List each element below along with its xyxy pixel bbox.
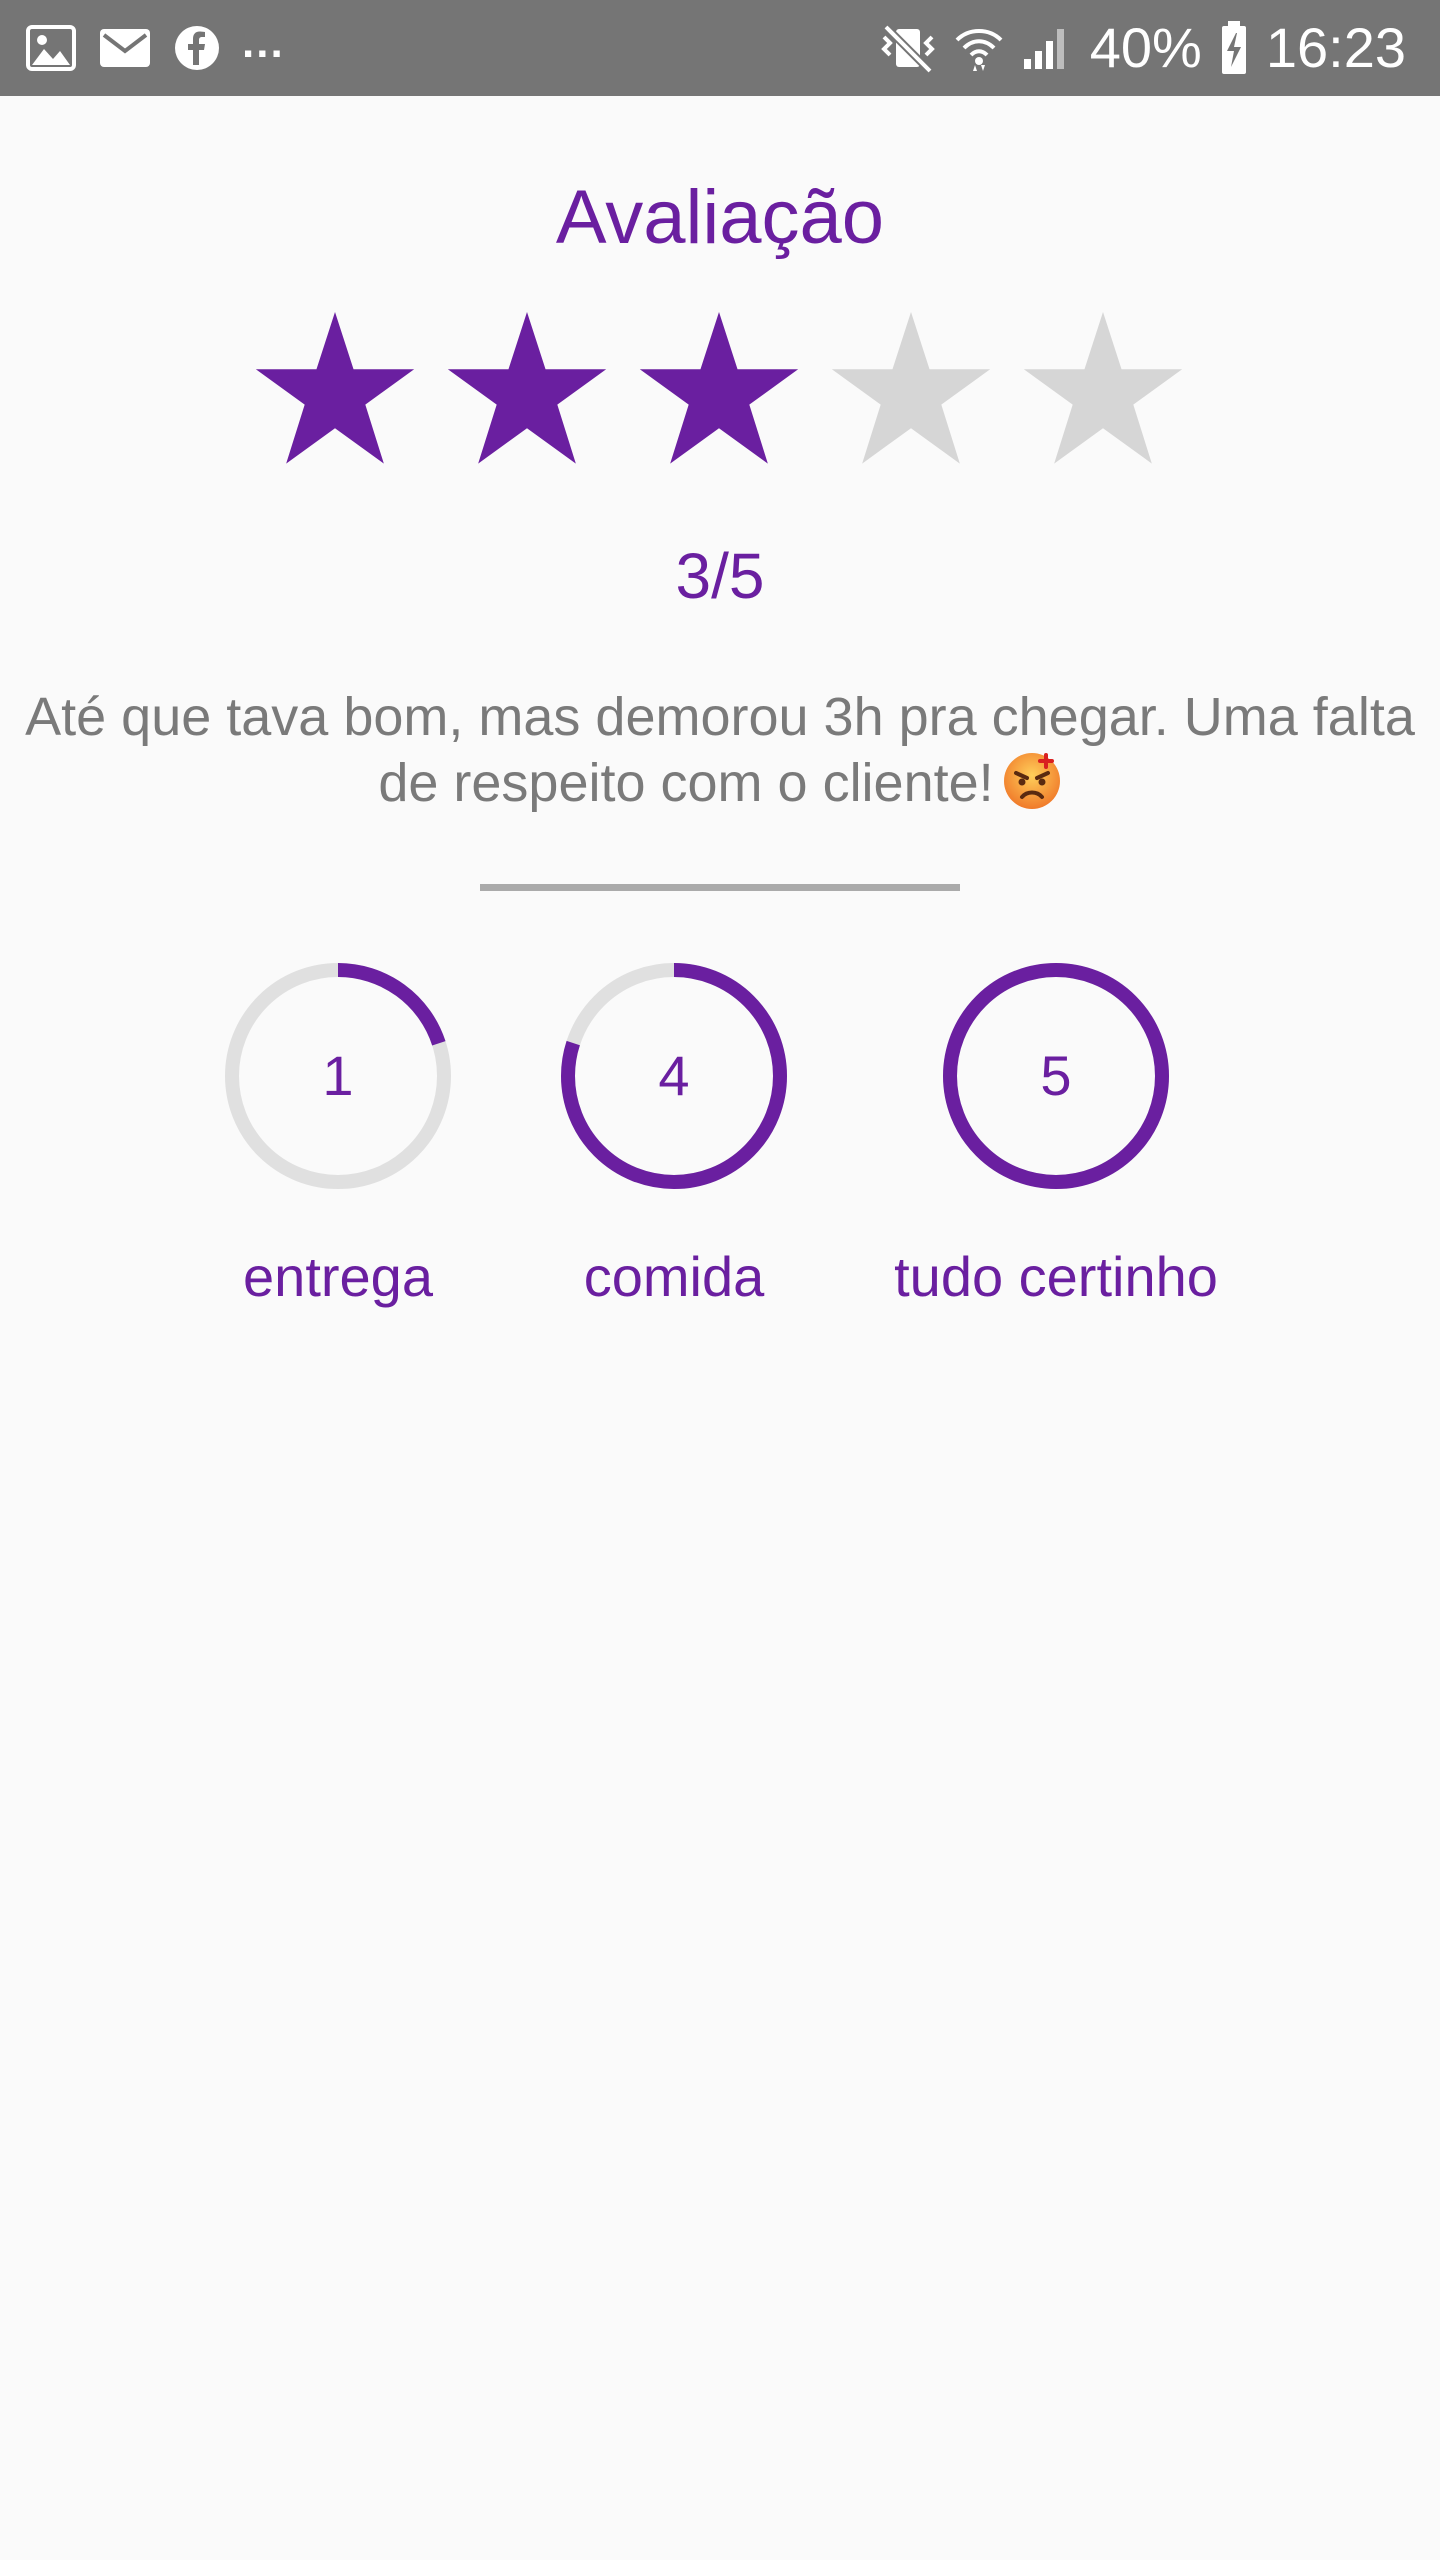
star-empty-icon[interactable] — [1018, 312, 1188, 472]
star-rating[interactable] — [250, 312, 1190, 472]
metric-entrega: 1 entrega — [178, 960, 498, 1312]
vibrate-icon — [880, 24, 935, 73]
star-empty-icon[interactable] — [826, 312, 996, 472]
divider — [480, 884, 960, 891]
mail-icon — [100, 29, 150, 67]
metric-value: 1 — [322, 1044, 354, 1107]
metric-label: comida — [583, 1245, 765, 1308]
angry-face-icon — [1003, 753, 1060, 809]
image-icon — [26, 25, 76, 71]
review-text: Até que tava bom, mas demorou 3h pra che… — [25, 687, 1415, 813]
rating-score: 3/5 — [675, 540, 765, 612]
progress-ring: 4 — [558, 960, 790, 1192]
metric-tudo-certinho: 5 tudo certinho — [856, 960, 1256, 1312]
notification-icons: ... — [26, 0, 285, 96]
progress-ring: 1 — [222, 960, 454, 1192]
review-comment: Até que tava bom, mas demorou 3h pra che… — [0, 684, 1440, 816]
wifi-icon — [955, 29, 1003, 71]
metric-label: tudo certinho — [894, 1245, 1218, 1308]
facebook-icon — [175, 26, 219, 70]
system-icons: 40% 16:23 — [880, 0, 1406, 96]
metric-value: 4 — [658, 1044, 690, 1107]
signal-icon — [1023, 29, 1064, 69]
star-filled-icon[interactable] — [634, 312, 804, 472]
metric-label: entrega — [243, 1245, 433, 1308]
page-title: Avaliação — [555, 175, 885, 260]
overflow-indicator: ... — [242, 18, 285, 67]
progress-ring: 5 — [940, 960, 1172, 1192]
star-filled-icon[interactable] — [442, 312, 612, 472]
metric-value: 5 — [1040, 1044, 1072, 1107]
status-bar: ... 40% 16:23 — [0, 0, 1440, 96]
metric-comida: 4 comida — [514, 960, 834, 1312]
star-filled-icon[interactable] — [250, 312, 420, 472]
clock: 16:23 — [1265, 16, 1406, 79]
battery-icon — [1221, 21, 1246, 74]
battery-percentage: 40% — [1089, 16, 1202, 79]
